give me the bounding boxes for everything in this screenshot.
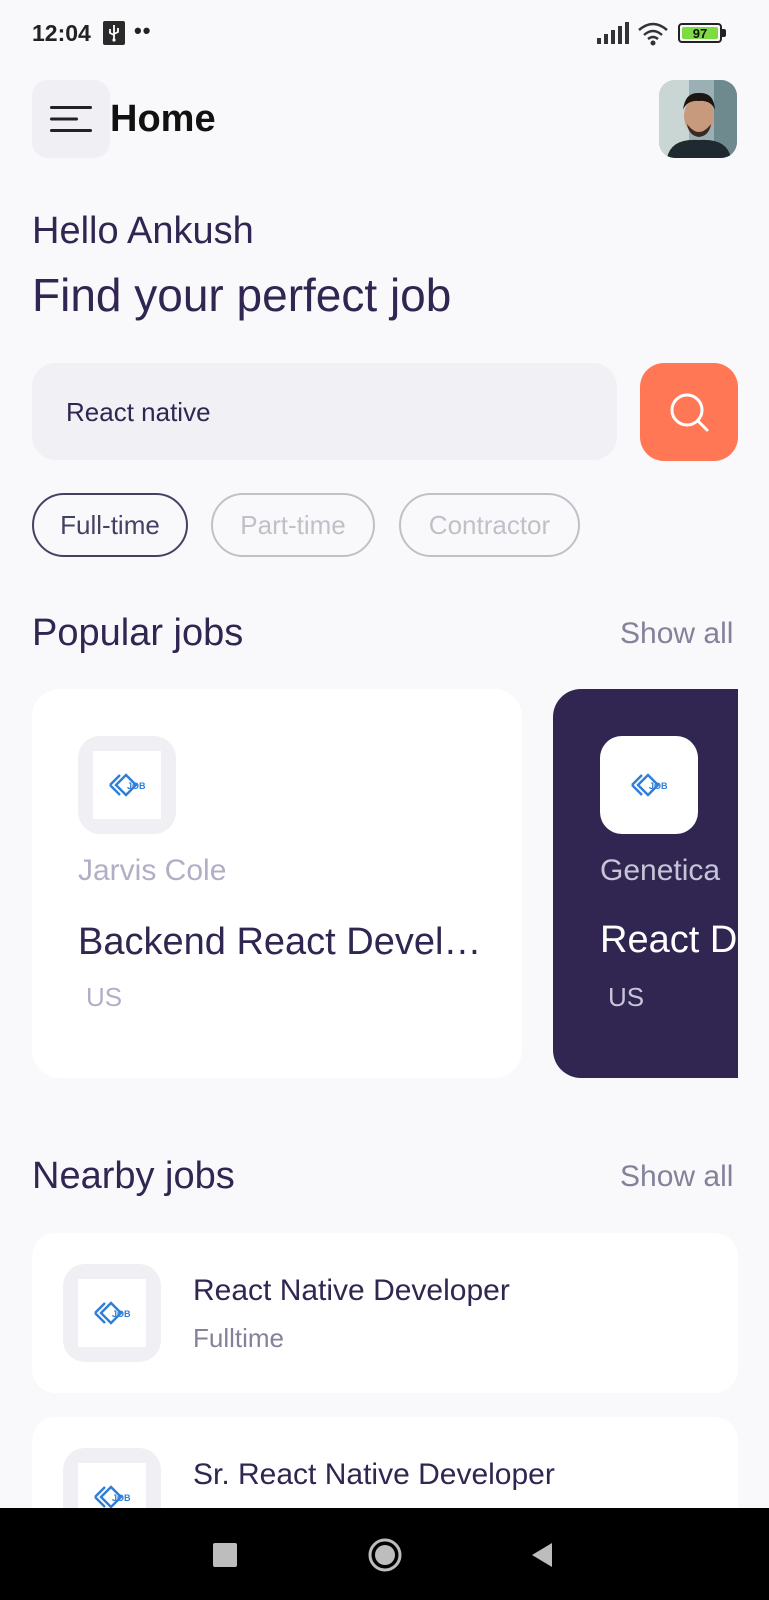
- nearby-job-title: Sr. React Native Developer: [193, 1458, 555, 1491]
- nearby-job-title: React Native Developer: [193, 1274, 510, 1307]
- system-navbar: [0, 1508, 769, 1600]
- job-logo-icon: JOB: [109, 773, 146, 797]
- job-logo-icon: JOB: [631, 773, 668, 797]
- search-box: [32, 363, 617, 462]
- chip-contractor[interactable]: Contractor: [399, 493, 580, 557]
- logo-text: JOB: [112, 1309, 131, 1319]
- signal-icon: [597, 22, 629, 49]
- job-logo-icon: JOB: [94, 1485, 131, 1508]
- menu-button[interactable]: [32, 80, 110, 158]
- status-time: 12:04: [32, 20, 91, 46]
- nearby-job-card[interactable]: JOB Sr. React Native Developer: [32, 1417, 738, 1508]
- menu-icon: [50, 106, 92, 132]
- wifi-icon: [637, 22, 669, 51]
- company-logo: JOB: [600, 736, 698, 834]
- search-button[interactable]: [640, 363, 738, 461]
- job-title: React De: [600, 919, 738, 961]
- nearby-show-all[interactable]: Show all: [620, 1160, 733, 1194]
- popular-job-card[interactable]: JOB Jarvis Cole Backend React Devel… US: [32, 689, 522, 1078]
- home-button[interactable]: [367, 1537, 403, 1573]
- job-location: US: [86, 982, 123, 1012]
- company-name: Genetica: [600, 854, 721, 887]
- recents-button[interactable]: [213, 1543, 237, 1567]
- company-logo: JOB: [78, 736, 176, 834]
- battery-level: 97: [682, 26, 718, 41]
- nearby-job-card[interactable]: JOB React Native Developer Fulltime: [32, 1233, 738, 1393]
- popular-job-card-selected[interactable]: JOB Genetica React De US: [553, 689, 738, 1078]
- job-logo-icon: JOB: [94, 1301, 131, 1325]
- popular-show-all[interactable]: Show all: [620, 617, 733, 651]
- job-location: US: [608, 982, 645, 1012]
- search-input[interactable]: [64, 363, 588, 462]
- company-name: Jarvis Cole: [78, 854, 227, 887]
- page-title: Home: [110, 98, 216, 140]
- logo-text: JOB: [649, 781, 668, 791]
- chip-full-time[interactable]: Full-time: [32, 493, 188, 557]
- greeting-text: Hello Ankush: [32, 210, 254, 252]
- usb-icon: [103, 21, 125, 45]
- nearby-jobs-title: Nearby jobs: [32, 1155, 235, 1197]
- logo-text: JOB: [112, 1493, 131, 1503]
- battery-icon: 97: [678, 23, 722, 43]
- company-logo: JOB: [63, 1448, 161, 1508]
- job-title: Backend React Devel…: [78, 921, 482, 963]
- chip-part-time[interactable]: Part-time: [211, 493, 375, 557]
- popular-jobs-title: Popular jobs: [32, 612, 244, 654]
- logo-text: JOB: [127, 781, 146, 791]
- back-button[interactable]: [530, 1542, 554, 1573]
- battery-tip: [722, 29, 726, 37]
- nearby-job-type: Fulltime: [193, 1323, 285, 1353]
- profile-avatar[interactable]: [659, 80, 737, 158]
- company-logo: JOB: [63, 1264, 161, 1362]
- search-icon: [670, 393, 709, 432]
- headline-text: Find your perfect job: [32, 269, 452, 321]
- status-dots: ••: [134, 18, 152, 43]
